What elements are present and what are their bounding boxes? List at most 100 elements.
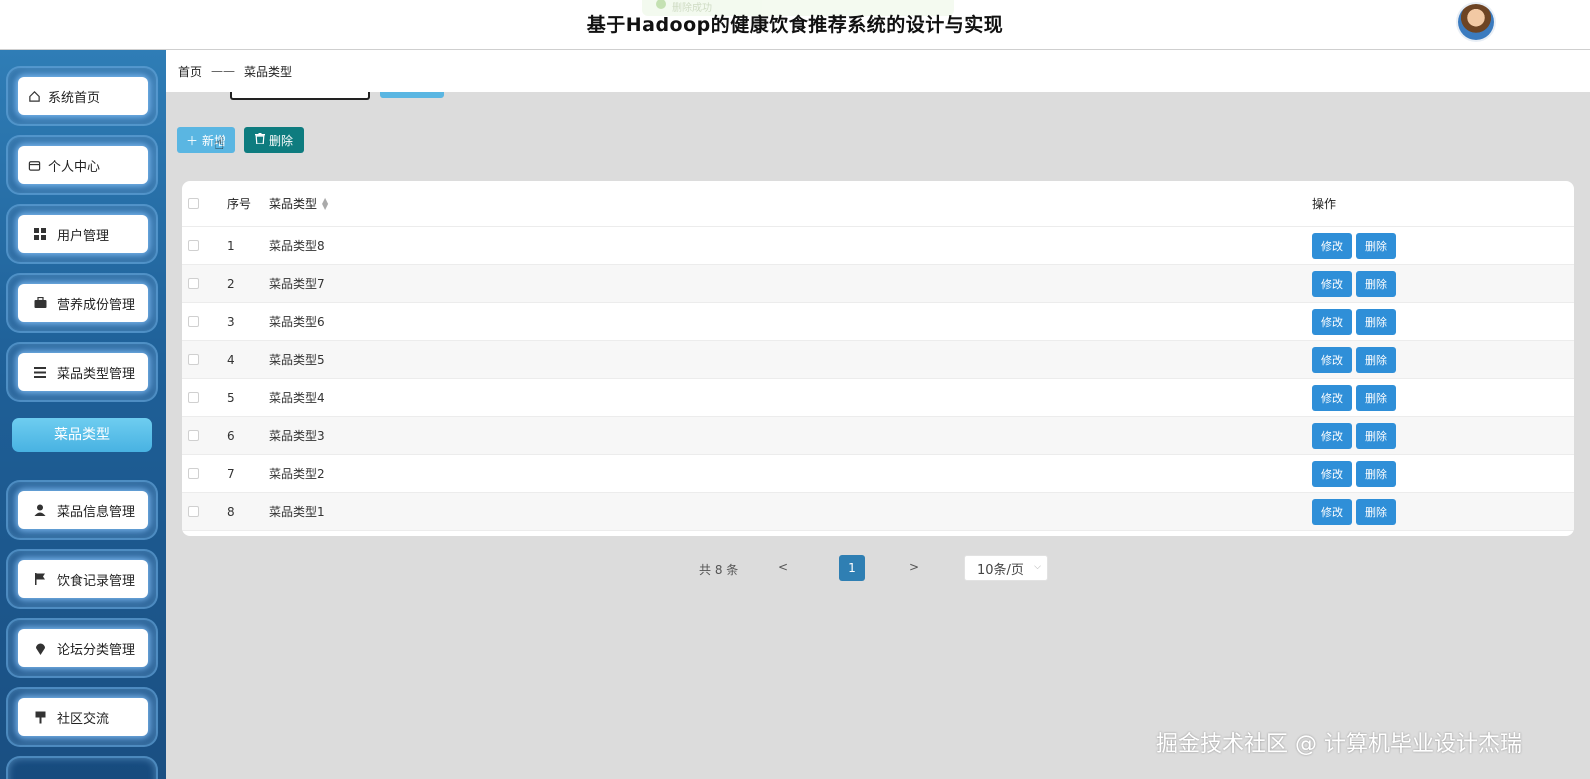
- watermark: 掘金技术社区 @ 计算机毕业设计杰瑞: [1156, 732, 1522, 757]
- row-checkbox[interactable]: [188, 278, 199, 289]
- row-dish-type: 菜品类型8: [269, 239, 325, 253]
- row-dish-type: 菜品类型5: [269, 353, 325, 367]
- edit-button[interactable]: 修改: [1312, 460, 1352, 487]
- table-row: 3 菜品类型6 修改 删除: [182, 303, 1574, 341]
- grid-icon: [32, 226, 48, 242]
- delete-button[interactable]: 删除: [1356, 346, 1396, 373]
- breadcrumb-current: 菜品类型: [244, 64, 293, 79]
- home-icon: [26, 88, 42, 104]
- trash-icon: [254, 133, 265, 147]
- sidebar-item-users[interactable]: 用户管理: [6, 204, 158, 264]
- breadcrumb: 首页 —— 菜品类型: [166, 50, 1590, 92]
- page-size-value: 10条/页: [977, 562, 1024, 578]
- row-checkbox[interactable]: [188, 430, 199, 441]
- briefcase-icon: [32, 295, 48, 311]
- batch-delete-label: 删除: [268, 133, 293, 148]
- sidebar-item-dish-info-button[interactable]: 菜品信息管理: [18, 491, 148, 529]
- table-row: 1 菜品类型8 修改 删除: [182, 227, 1574, 265]
- edit-button[interactable]: 修改: [1312, 308, 1352, 335]
- row-index: 5: [227, 390, 235, 405]
- sidebar-item-label: 饮食记录管理: [57, 573, 136, 589]
- row-index: 6: [227, 428, 235, 443]
- prev-page-button[interactable]: <: [778, 560, 788, 574]
- row-index: 3: [227, 314, 235, 329]
- edit-button[interactable]: 修改: [1312, 384, 1352, 411]
- sidebar-item-home[interactable]: 系统首页: [6, 66, 158, 126]
- table-header: 序号 菜品类型 ▲ ▼ 操作: [182, 181, 1574, 227]
- sidebar-item-forum-category-button[interactable]: 论坛分类管理: [18, 629, 148, 667]
- sidebar: 系统首页 个人中心 用户管理 营养成份管理 菜品类型管理 菜品类型 菜品信息管理…: [0, 50, 166, 779]
- sidebar-item-home-button[interactable]: 系统首页: [18, 77, 148, 115]
- edit-button[interactable]: 修改: [1312, 498, 1352, 525]
- sidebar-item-community[interactable]: 社区交流: [6, 687, 158, 747]
- row-checkbox[interactable]: [188, 468, 199, 479]
- add-button[interactable]: ＋ 新增: [177, 127, 235, 153]
- wallet-icon: [26, 157, 42, 173]
- sidebar-item-forum-category[interactable]: 论坛分类管理: [6, 618, 158, 678]
- hand-pointer-icon: ☝: [214, 134, 225, 154]
- delete-button[interactable]: 删除: [1356, 232, 1396, 259]
- sidebar-item-nutrition[interactable]: 营养成份管理: [6, 273, 158, 333]
- row-checkbox[interactable]: [188, 392, 199, 403]
- page-1-button[interactable]: 1: [839, 555, 865, 581]
- sidebar-item-label: 用户管理: [57, 228, 110, 244]
- search-input[interactable]: [230, 92, 370, 100]
- batch-delete-button[interactable]: 删除: [244, 127, 304, 153]
- sidebar-item-diet-record-button[interactable]: 饮食记录管理: [18, 560, 148, 598]
- sidebar-item-dish-info[interactable]: 菜品信息管理: [6, 480, 158, 540]
- location-pin-icon: [32, 640, 48, 656]
- edit-button[interactable]: 修改: [1312, 346, 1352, 373]
- row-checkbox[interactable]: [188, 316, 199, 327]
- select-all-checkbox[interactable]: [188, 198, 199, 209]
- sidebar-item-users-button[interactable]: 用户管理: [18, 215, 148, 253]
- top-header: 删除成功 基于Hadoop的健康饮食推荐系统的设计与实现: [0, 0, 1590, 50]
- sidebar-item-label: 营养成份管理: [57, 297, 136, 313]
- search-button[interactable]: [380, 92, 444, 98]
- check-circle-icon: [656, 0, 666, 9]
- row-dish-type: 菜品类型4: [269, 391, 325, 405]
- chevron-down-icon: ⌵: [1034, 562, 1041, 572]
- data-table: 序号 菜品类型 ▲ ▼ 操作 1 菜品类型8 修改 删除 2 菜品类型7 修改 删…: [182, 181, 1574, 536]
- sidebar-item-profile[interactable]: 个人中心: [6, 135, 158, 195]
- row-dish-type: 菜品类型2: [269, 467, 325, 481]
- sidebar-item-dish-type-button[interactable]: 菜品类型管理: [18, 353, 148, 391]
- sidebar-item-diet-record[interactable]: 饮食记录管理: [6, 549, 158, 609]
- avatar[interactable]: [1458, 4, 1494, 40]
- flag-icon: [32, 571, 48, 587]
- delete-button[interactable]: 删除: [1356, 270, 1396, 297]
- sidebar-item-nutrition-button[interactable]: 营养成份管理: [18, 284, 148, 322]
- row-dish-type: 菜品类型6: [269, 315, 325, 329]
- row-index: 2: [227, 276, 235, 291]
- delete-button[interactable]: 删除: [1356, 422, 1396, 449]
- row-checkbox[interactable]: [188, 354, 199, 365]
- breadcrumb-home[interactable]: 首页: [178, 63, 202, 80]
- row-index: 1: [227, 238, 235, 253]
- next-page-button[interactable]: >: [909, 560, 919, 574]
- sidebar-item-community-button[interactable]: 社区交流: [18, 698, 148, 736]
- delete-button[interactable]: 删除: [1356, 460, 1396, 487]
- table-row: 8 菜品类型1 修改 删除: [182, 493, 1574, 531]
- delete-button[interactable]: 删除: [1356, 498, 1396, 525]
- submenu-item-dish-type[interactable]: 菜品类型: [12, 418, 152, 452]
- sidebar-item-label: 个人中心: [48, 159, 101, 175]
- table-row: 5 菜品类型4 修改 删除: [182, 379, 1574, 417]
- sort-icon[interactable]: ▲ ▼: [322, 196, 328, 210]
- edit-button[interactable]: 修改: [1312, 422, 1352, 449]
- sidebar-item-profile-button[interactable]: 个人中心: [18, 146, 148, 184]
- edit-button[interactable]: 修改: [1312, 232, 1352, 259]
- row-checkbox[interactable]: [188, 506, 199, 517]
- breadcrumb-separator: ——: [211, 64, 236, 78]
- main-content: 首页 —— 菜品类型 ＋ 新增 ☝ 删除 序号 菜品类型 ▲ ▼ 操作 1 菜品类…: [166, 50, 1590, 779]
- delete-button[interactable]: 删除: [1356, 384, 1396, 411]
- row-dish-type: 菜品类型1: [269, 505, 325, 519]
- sidebar-item-dish-type[interactable]: 菜品类型管理: [6, 342, 158, 402]
- row-checkbox[interactable]: [188, 240, 199, 251]
- edit-button[interactable]: 修改: [1312, 270, 1352, 297]
- sidebar-item-label: 社区交流: [57, 711, 110, 727]
- delete-button[interactable]: 删除: [1356, 308, 1396, 335]
- sidebar-item-more[interactable]: [6, 756, 158, 779]
- header-dish-type: 菜品类型: [269, 197, 318, 211]
- sidebar-item-label: 系统首页: [48, 90, 101, 106]
- table-row: 7 菜品类型2 修改 删除: [182, 455, 1574, 493]
- page-size-select[interactable]: 10条/页 ⌵: [964, 555, 1048, 581]
